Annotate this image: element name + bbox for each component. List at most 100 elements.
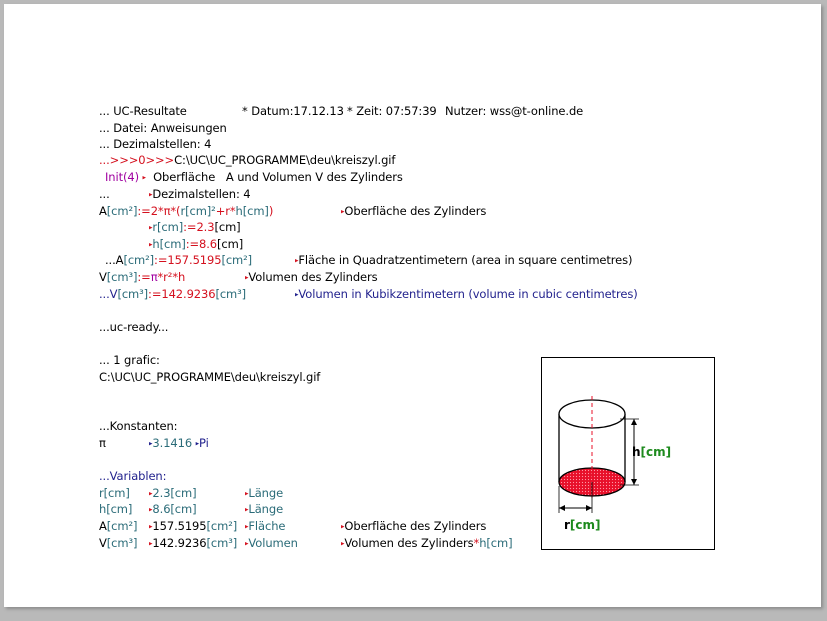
header-user: Nutzer: wss@t-online.de [445, 104, 584, 118]
formula-v-unit: [cm³] [106, 270, 138, 284]
var-h-name: h[cm] [99, 502, 132, 516]
formula-a-close: ) [268, 204, 274, 218]
ready-line: ...uc-ready... [99, 320, 169, 334]
path-value: C:\UC\UC_PROGRAMME\deu\kreiszyl.gif [174, 153, 396, 167]
var-a-comment: ▸Oberfläche des Zylinders [341, 519, 486, 534]
height-label: h[cm] [632, 445, 671, 459]
var-r-name: r[cm] [99, 486, 130, 500]
path-line: ...>>>0>>>C:\UC\UC_PROGRAMME\deu\kreiszy… [99, 153, 395, 167]
document-page: ... UC-Resultate * Datum:17.12.13 * Zeit… [4, 4, 821, 607]
var-name: A [99, 519, 107, 533]
var-r-value: ▸2.3[cm] [149, 486, 197, 501]
formula-a-comment-line: ▸Oberfläche des Zylinders [341, 204, 486, 219]
formula-v: V[cm³]:=π*r²*h [99, 270, 185, 284]
var-h-value: ▸8.6[cm] [149, 502, 197, 517]
var-unit: [cm] [103, 486, 130, 500]
input-r-unit: [cm] [214, 220, 241, 234]
result-v-unit2: [cm³] [215, 287, 247, 301]
header-time: * Zeit: 07:57:39 [347, 104, 437, 118]
var-v-label: ▸Volumen [245, 536, 298, 551]
formula-a-mul: *( [170, 204, 181, 218]
var-comment: Volumen des Zylinders [344, 536, 474, 550]
var-a-label: ▸Fläche [245, 519, 285, 534]
var-name: V [99, 536, 107, 550]
var-label: Fläche [248, 519, 286, 533]
input-r: ▸r[cm]:=2.3[cm] [149, 220, 241, 235]
result-a-unit2: [cm²] [221, 253, 253, 267]
formula-a-lhs: A [99, 204, 107, 218]
result-a-comment-line: ▸Fläche in Quadratzentimetern (area in s… [295, 253, 633, 268]
header-date: * Datum:17.12.13 [242, 104, 344, 118]
constant-pi-name: Pi [199, 436, 209, 450]
var-vunit: [cm] [170, 502, 197, 516]
result-v-unit: [cm³] [117, 287, 149, 301]
var-v-value: ▸142.9236[cm³] [149, 536, 237, 551]
formula-v-rest: *r²*h [157, 270, 186, 284]
var-label: Länge [248, 486, 284, 500]
input-r-name: r[cm] [152, 220, 184, 234]
var-suffix: h[cm] [479, 536, 513, 550]
formula-a-comment: Oberfläche des Zylinders [344, 204, 487, 218]
dec-sub-text: Dezimalstellen: 4 [152, 187, 251, 201]
input-h-value: :=8.6 [185, 237, 218, 251]
input-h: ▸h[cm]:=8.6[cm] [149, 237, 243, 252]
variables-title: ...Variablen: [99, 469, 167, 483]
result-v-prefix: ...V [99, 287, 118, 301]
constant-pi-value: 3.1416 [152, 436, 193, 450]
radius-label: r[cm] [564, 518, 601, 532]
marker-icon: ▸ [142, 173, 147, 182]
result-v: ...V[cm³]:=142.9236[cm³] [99, 287, 246, 301]
var-vunit: [cm] [170, 486, 197, 500]
var-unit: [cm²] [106, 519, 138, 533]
formula-a-eq: :=2* [137, 204, 164, 218]
grafic-path: C:\UC\UC_PROGRAMME\deu\kreiszyl.gif [99, 370, 321, 384]
cylinder-figure: h[cm] r[cm] [558, 396, 671, 532]
result-a-unit: [cm²] [123, 253, 155, 267]
var-v-comment: ▸Volumen des Zylinders*h[cm] [341, 536, 513, 551]
var-vunit: [cm³] [206, 536, 238, 550]
path-prefix: ...>>>0>>> [99, 153, 175, 167]
decimals-line: ... Dezimalstellen: 4 [99, 137, 212, 151]
formula-a-r: r[cm]² [180, 204, 216, 218]
result-v-value: :=142.9236 [148, 287, 216, 301]
formula-v-lhs: V [99, 270, 107, 284]
var-r-label: ▸Länge [245, 486, 283, 501]
input-h-unit: [cm] [217, 237, 244, 251]
var-value: 157.5195 [152, 519, 207, 533]
pi-symbol: π [150, 270, 158, 284]
var-value: 8.6 [152, 502, 171, 516]
var-comment: Oberfläche des Zylinders [344, 519, 487, 533]
file-line: ... Datei: Anweisungen [99, 121, 227, 135]
init-line: Init(4) ▸ Oberfläche A und Volumen V des… [105, 170, 403, 185]
var-label: Volumen [248, 536, 298, 550]
cylinder-figure-frame: h[cm] r[cm] [541, 357, 715, 550]
dec-sub-line: ▸Dezimalstellen: 4 [149, 187, 251, 202]
formula-v-comment: Volumen des Zylinders [248, 270, 378, 284]
var-v-name: V[cm³] [99, 536, 137, 550]
formula-a-h: h[cm] [235, 204, 269, 218]
formula-v-comment-line: ▸Volumen des Zylinders [245, 270, 378, 285]
result-a-value: :=157.5195 [154, 253, 222, 267]
grafic-count: ... 1 grafic: [99, 353, 160, 367]
constant-pi-symbol: π [99, 436, 106, 450]
formula-a-plus: +r* [215, 204, 236, 218]
formula-v-eq: := [137, 270, 151, 284]
var-h-label: ▸Länge [245, 502, 283, 517]
var-unit: [cm³] [106, 536, 138, 550]
result-v-comment: Volumen in Kubikzentimetern (volume in c… [298, 287, 638, 301]
var-unit: [cm] [106, 502, 133, 516]
input-r-value: :=2.3 [183, 220, 215, 234]
var-value: 2.3 [152, 486, 171, 500]
formula-a: A[cm²]:=2*π*(r[cm]²+r*h[cm]) [99, 204, 273, 218]
constant-pi: ▸3.1416 ▸Pi [149, 436, 209, 451]
result-a-prefix: ...A [105, 253, 124, 267]
var-vunit: [cm²] [206, 519, 238, 533]
constants-title: ...Konstanten: [99, 419, 178, 433]
var-label: Länge [248, 502, 284, 516]
var-a-value: ▸157.5195[cm²] [149, 519, 237, 534]
formula-a-unit: [cm²] [106, 204, 138, 218]
dec-sub-prefix: ... [99, 187, 110, 201]
var-value: 142.9236 [152, 536, 207, 550]
init-call: Init(4) [105, 170, 139, 184]
init-text: Oberfläche A und Volumen V des Zylinders [153, 170, 403, 184]
